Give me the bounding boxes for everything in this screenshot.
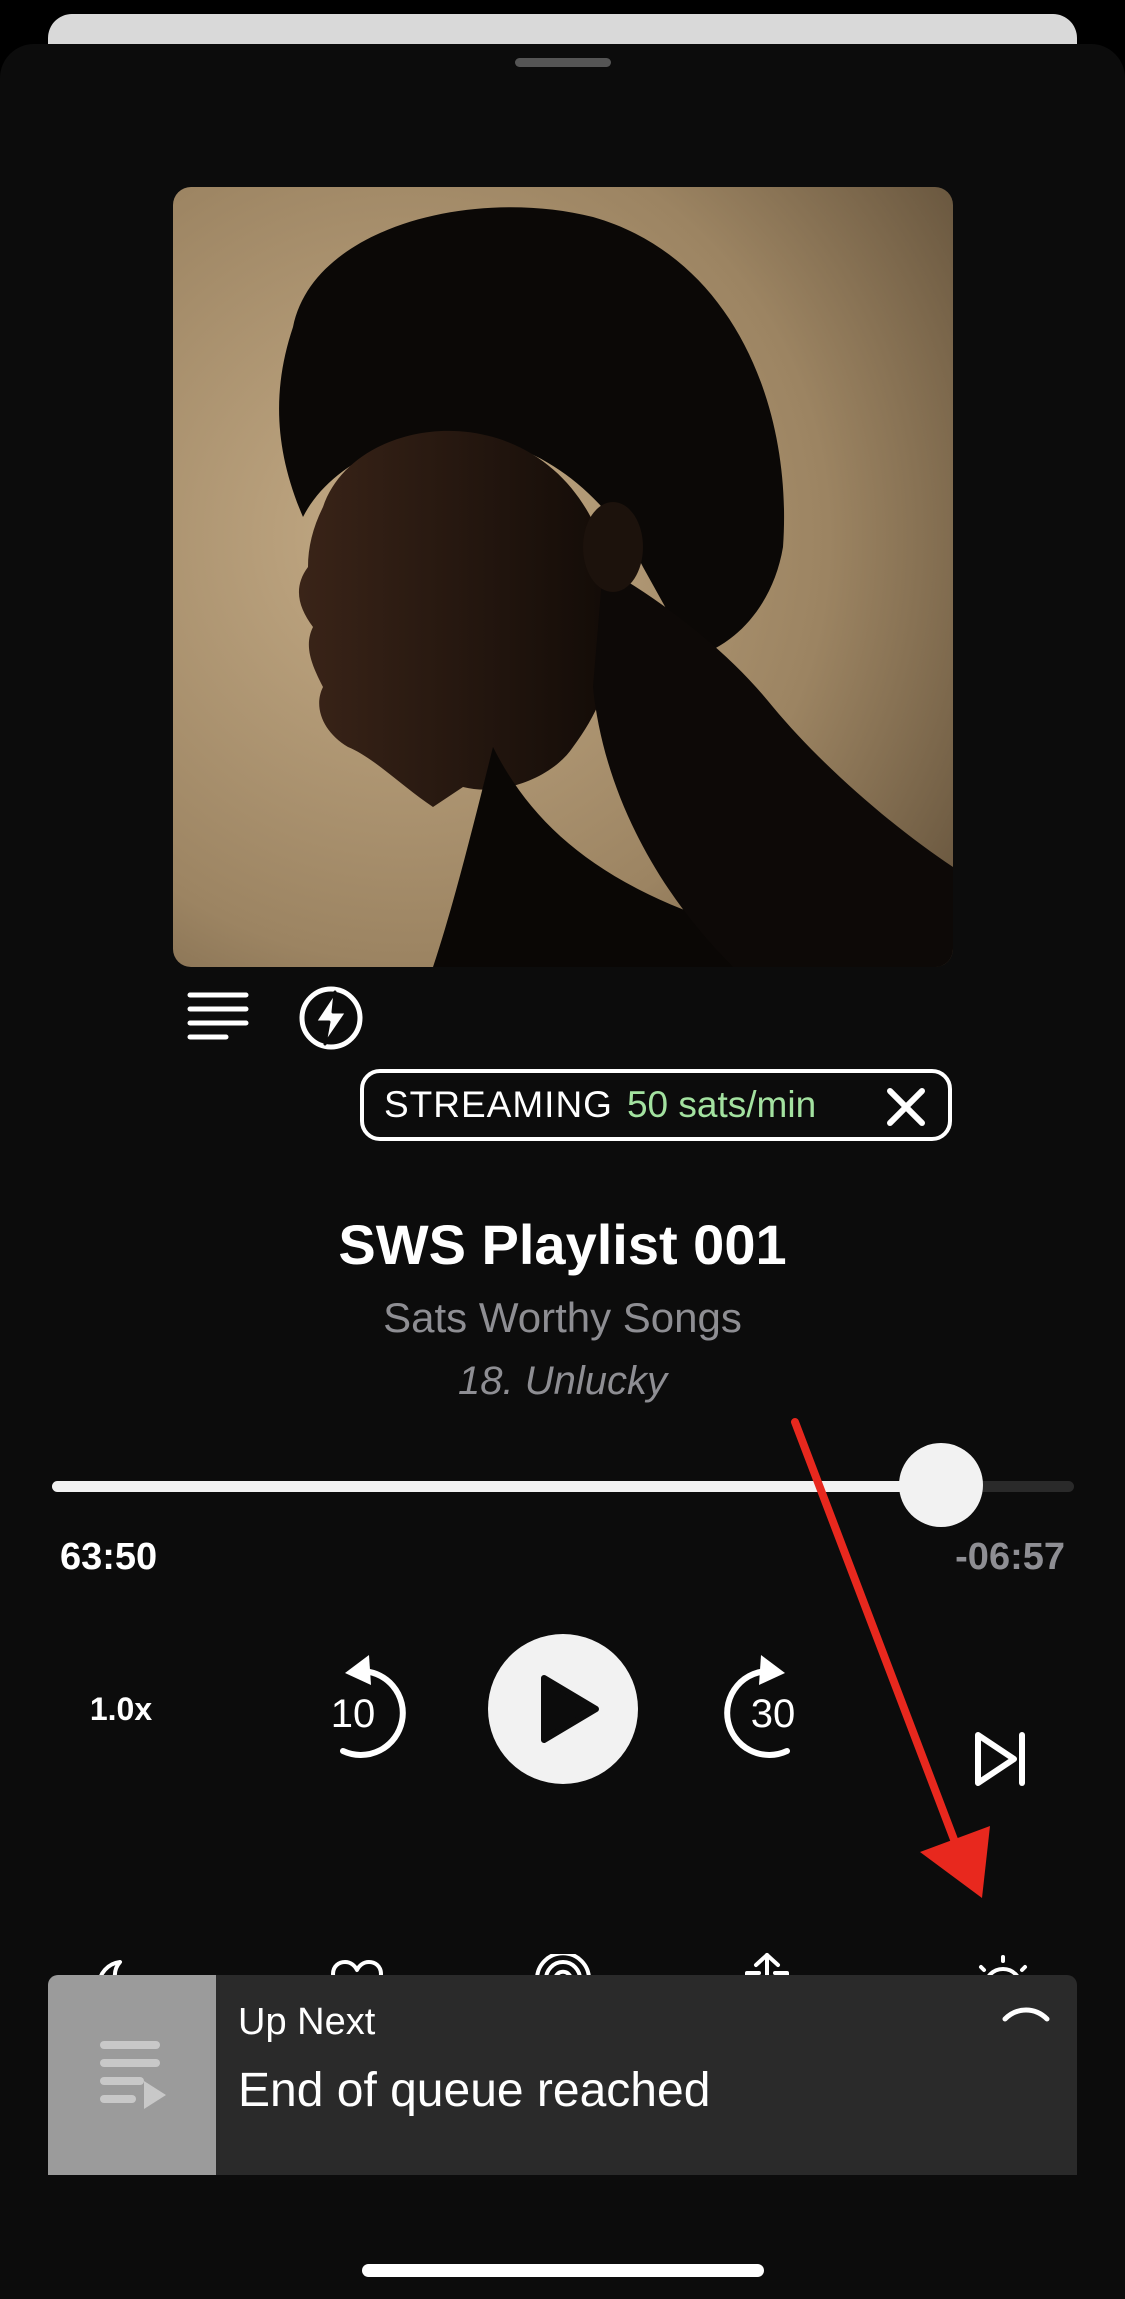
chapters-icon	[187, 992, 249, 1040]
playback-speed-button[interactable]: 1.0x	[80, 1684, 162, 1734]
skip-back-button[interactable]: 10	[315, 1649, 425, 1769]
streaming-rate: 50 sats/min	[626, 1084, 817, 1125]
lightning-icon	[299, 986, 363, 1050]
up-next-panel[interactable]: Up Next End of queue reached	[48, 1975, 1077, 2175]
queue-icon	[100, 2041, 166, 2109]
up-next-artwork	[48, 1975, 216, 2175]
episode-title: 18. Unlucky	[458, 1359, 667, 1403]
close-icon[interactable]	[884, 1085, 928, 1129]
boost-button[interactable]	[295, 982, 367, 1054]
chevron-up-icon[interactable]	[1001, 1997, 1051, 2027]
up-next-label: Up Next	[238, 2001, 376, 2043]
streaming-label: STREAMING	[384, 1084, 613, 1125]
chapters-button[interactable]	[183, 984, 253, 1054]
time-elapsed: 63:50	[60, 1536, 158, 1578]
next-track-button[interactable]	[965, 1724, 1035, 1794]
progress-fill	[52, 1481, 942, 1492]
skip-back-seconds: 10	[331, 1692, 376, 1736]
streaming-badge[interactable]: STREAMING 50 sats/min	[360, 1069, 952, 1141]
playlist-title: SWS Playlist 001	[338, 1213, 787, 1276]
home-indicator[interactable]	[362, 2264, 764, 2277]
playlist-subtitle: Sats Worthy Songs	[383, 1294, 742, 1341]
skip-back-icon: 10	[331, 1655, 406, 1758]
sheet-grabber[interactable]	[515, 58, 611, 67]
play-button[interactable]	[488, 1634, 638, 1784]
play-icon	[541, 1675, 599, 1743]
skip-forward-icon: 30	[724, 1655, 796, 1758]
home-indicator-area	[0, 2197, 1125, 2299]
album-artwork	[173, 187, 953, 967]
now-playing-sheet: STREAMING 50 sats/min SWS Playlist 001 S…	[0, 44, 1125, 2299]
next-track-icon	[975, 1732, 1025, 1786]
skip-forward-button[interactable]: 30	[705, 1649, 815, 1769]
progress-track[interactable]	[52, 1443, 1074, 1527]
time-remaining: -06:57	[955, 1536, 1065, 1578]
skip-forward-seconds: 30	[751, 1692, 796, 1736]
up-next-message: End of queue reached	[238, 2064, 711, 2117]
progress-thumb[interactable]	[899, 1443, 984, 1527]
